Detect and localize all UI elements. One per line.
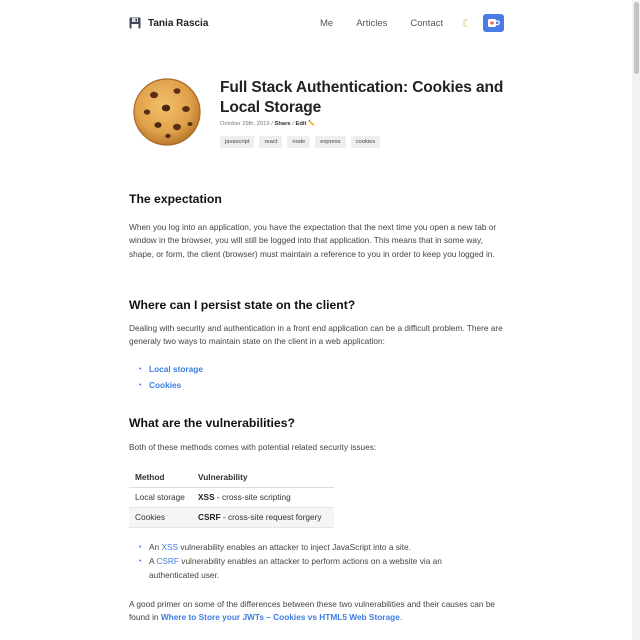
jwt-storage-article-link[interactable]: Where to Store your JWTs – Cookies vs HT… [161, 612, 400, 622]
nav-link-articles[interactable]: Articles [356, 18, 387, 29]
page-scrollbar[interactable] [632, 0, 640, 640]
paragraph-primer: A good primer on some of the differences… [129, 598, 504, 625]
list-item: Local storage [139, 362, 203, 378]
post-title: Full Stack Authentication: Cookies and L… [220, 79, 504, 116]
abbr-csrf: CSRF [198, 512, 221, 522]
table-cell-method: Local storage [129, 487, 192, 508]
abbr-xss: XSS [198, 492, 215, 502]
scrollbar-thumb[interactable] [634, 2, 639, 74]
vulnerability-table: Method Vulnerability Local storage XSS -… [129, 467, 334, 528]
table-cell-vulnerability: CSRF - cross-site request forgery [192, 507, 334, 528]
note-text: An [149, 542, 162, 552]
tag-list: javascript react node express cookies [220, 136, 510, 148]
edit-link[interactable]: Edit ✏️ [295, 121, 315, 127]
table-row: Local storage XSS - cross-site scripting [129, 487, 334, 508]
note-text: vulnerability enables an attacker to inj… [178, 542, 411, 552]
tag-cookies[interactable]: cookies [350, 136, 381, 148]
nav-link-contact[interactable]: Contact [410, 18, 443, 29]
vulnerability-notes-list: An XSS vulnerability enables an attacker… [139, 541, 469, 583]
desc-csrf: - cross-site request forgery [220, 512, 322, 522]
list-item: Cookies [139, 378, 203, 394]
cookie-icon [133, 78, 201, 146]
column-header-method: Method [129, 467, 192, 488]
table-row: Cookies CSRF - cross-site request forger… [129, 507, 334, 528]
post-date: October 29th, 2019 [220, 121, 270, 127]
local-storage-link[interactable]: Local storage [149, 364, 203, 374]
cookies-link[interactable]: Cookies [149, 380, 181, 390]
table-cell-method: Cookies [129, 507, 192, 528]
tag-node[interactable]: node [287, 136, 311, 148]
table-header-row: Method Vulnerability [129, 467, 334, 488]
tag-express[interactable]: express [315, 136, 346, 148]
top-nav: Tania Rascia Me Articles Contact ☾ [129, 12, 504, 34]
list-item: An XSS vulnerability enables an attacker… [139, 541, 469, 555]
moon-icon[interactable]: ☾ [462, 17, 472, 30]
ko-fi-button[interactable] [483, 14, 504, 32]
paragraph-persist-state: Dealing with security and authentication… [129, 323, 503, 347]
column-header-vulnerability: Vulnerability [192, 467, 334, 488]
brand-name: Tania Rascia [148, 17, 209, 29]
table-cell-vulnerability: XSS - cross-site scripting [192, 487, 334, 508]
heading-vulnerabilities: What are the vulnerabilities? [129, 416, 295, 430]
nav-link-me[interactable]: Me [320, 18, 333, 29]
post-header-text: Full Stack Authentication: Cookies and L… [220, 78, 510, 148]
ko-fi-cup-icon [488, 19, 500, 27]
tag-javascript[interactable]: javascript [220, 136, 255, 148]
post-meta: October 29th, 2019 / Share / Edit ✏️ [220, 121, 510, 127]
paragraph-vulnerabilities: Both of these methods comes with potenti… [129, 442, 377, 452]
note-text: vulnerability enables an attacker to per… [149, 556, 442, 580]
storage-options-list: Local storage Cookies [139, 362, 203, 393]
paragraph-expectation: When you log into an application, you ha… [129, 222, 497, 259]
share-link[interactable]: Share [275, 121, 291, 127]
nav-links: Me Articles Contact ☾ [297, 14, 504, 32]
heading-persist-state: Where can I persist state on the client? [129, 298, 356, 312]
csrf-link[interactable]: CSRF [156, 556, 179, 566]
xss-link[interactable]: XSS [161, 542, 178, 552]
brand-link[interactable]: Tania Rascia [129, 17, 208, 29]
heading-expectation: The expectation [129, 192, 222, 206]
list-item: A CSRF vulnerability enables an attacker… [139, 555, 469, 582]
desc-xss: - cross-site scripting [214, 492, 291, 502]
tag-react[interactable]: react [259, 136, 283, 148]
floppy-disk-icon [129, 17, 141, 29]
primer-end: . [399, 612, 403, 623]
